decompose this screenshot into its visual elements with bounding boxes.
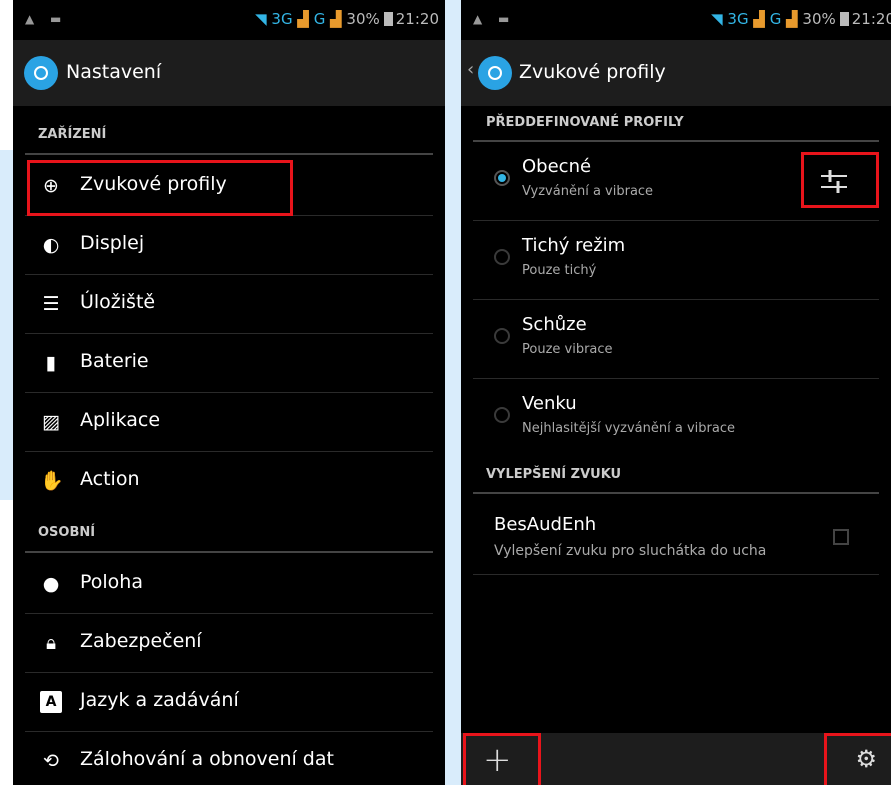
enhancement-name: BesAudEnh bbox=[494, 514, 597, 535]
signal-icon: ▟ bbox=[330, 10, 342, 28]
lock-icon: 🔒︎ bbox=[45, 632, 57, 654]
battery-percent: 30% bbox=[802, 10, 836, 28]
highlight-sound-profiles bbox=[27, 160, 293, 216]
display-brightness-icon: ◐ bbox=[42, 234, 60, 256]
signal-icon: ▟ bbox=[753, 10, 765, 28]
settings-item-action[interactable]: ✋ Action bbox=[25, 452, 433, 511]
settings-item-backup-restore[interactable]: ⟲ Zálohování a obnovení dat bbox=[25, 732, 433, 785]
backup-restore-icon: ⟲ bbox=[43, 750, 59, 772]
settings-item-label: Zabezpečení bbox=[80, 630, 202, 652]
clock: 21:20 bbox=[395, 10, 439, 28]
settings-app-icon[interactable] bbox=[24, 56, 58, 90]
section-header-predefined: PŘEDDEFINOVANÉ PROFILY bbox=[473, 104, 879, 142]
settings-item-apps[interactable]: ▨ Aplikace bbox=[25, 393, 433, 452]
settings-item-label: Poloha bbox=[80, 571, 143, 593]
battery-icon bbox=[383, 12, 393, 26]
profile-radio[interactable] bbox=[494, 249, 510, 265]
battery-icon bbox=[839, 12, 849, 26]
page-title: Zvukové profily bbox=[519, 61, 666, 83]
settings-item-language-input[interactable]: A Jazyk a zadávání bbox=[25, 673, 433, 732]
back-chevron-icon[interactable]: ‹ bbox=[467, 59, 474, 80]
settings-screen: ▲ ▬ ◥ 3G ▟ G ▟ 30% 21:20 Nastavení ZAŘÍZE… bbox=[13, 0, 445, 785]
profile-name: Venku bbox=[522, 393, 577, 414]
network-3g-label: 3G bbox=[271, 10, 293, 28]
settings-item-storage[interactable]: ☰ Úložiště bbox=[25, 275, 433, 334]
action-bar: ‹ Zvukové profily bbox=[461, 40, 891, 106]
signal-icon: ▟ bbox=[297, 10, 309, 28]
settings-item-label: Action bbox=[80, 468, 140, 490]
network-3g-label: 3G bbox=[727, 10, 749, 28]
storage-icon: ☰ bbox=[42, 293, 60, 315]
wifi-icon: ◥ bbox=[711, 10, 723, 28]
profile-description: Pouze tichý bbox=[522, 263, 597, 278]
highlight-settings-button bbox=[824, 733, 891, 785]
highlight-add-button bbox=[463, 733, 541, 785]
network-g-label: G bbox=[313, 10, 326, 28]
settings-item-label: Zálohování a obnovení dat bbox=[80, 748, 334, 770]
battery-percent: 30% bbox=[346, 10, 380, 28]
settings-item-battery[interactable]: ▮ Baterie bbox=[25, 334, 433, 393]
status-bar: ▲ ▬ ◥ 3G ▟ G ▟ 30% 21:20 bbox=[13, 0, 445, 40]
signal-icon: ▟ bbox=[786, 10, 798, 28]
status-notification-icons: ▲ ▬ bbox=[25, 12, 68, 26]
enhancement-checkbox[interactable] bbox=[833, 529, 849, 545]
section-header-enhancement: VYLEPŠENÍ ZVUKU bbox=[473, 456, 879, 494]
profile-radio[interactable] bbox=[494, 407, 510, 423]
profile-description: Vyzvánění a vibrace bbox=[522, 184, 654, 199]
background-watermark bbox=[0, 150, 13, 500]
settings-item-security[interactable]: 🔒︎ Zabezpečení bbox=[25, 614, 433, 673]
action-bar: Nastavení bbox=[13, 40, 445, 106]
hand-gesture-icon: ✋ bbox=[40, 470, 64, 492]
section-header-device: ZAŘÍZENÍ bbox=[25, 115, 433, 155]
profile-radio[interactable] bbox=[494, 170, 510, 186]
clock: 21:20 bbox=[851, 10, 891, 28]
profile-description: Nejhlasitější vyzvánění a vibrace bbox=[522, 421, 735, 436]
background-watermark bbox=[445, 0, 461, 785]
profile-name: Tichý režim bbox=[522, 235, 626, 256]
settings-item-label: Displej bbox=[80, 232, 145, 254]
section-header-personal: OSOBNÍ bbox=[25, 513, 433, 553]
settings-item-display[interactable]: ◐ Displej bbox=[25, 216, 433, 275]
profile-radio[interactable] bbox=[494, 328, 510, 344]
settings-item-location[interactable]: ● Poloha bbox=[25, 555, 433, 614]
settings-item-label: Jazyk a zadávání bbox=[80, 689, 239, 711]
status-notification-icons: ▲ ▬ bbox=[473, 12, 516, 26]
location-pin-icon: ● bbox=[42, 573, 60, 595]
enhancement-item-besaudenh[interactable]: BesAudEnh Vylepšení zvuku pro sluchátka … bbox=[473, 496, 879, 575]
page-title: Nastavení bbox=[66, 61, 162, 83]
settings-item-label: Baterie bbox=[80, 350, 149, 372]
profile-name: Obecné bbox=[522, 156, 592, 177]
battery-icon: ▮ bbox=[45, 352, 57, 374]
settings-item-label: Úložiště bbox=[80, 291, 156, 313]
apps-icon: ▨ bbox=[42, 411, 60, 433]
profile-description: Pouze vibrace bbox=[522, 342, 613, 357]
status-bar: ▲ ▬ ◥ 3G ▟ G ▟ 30% 21:20 bbox=[461, 0, 891, 40]
settings-item-label: Aplikace bbox=[80, 409, 161, 431]
highlight-tune-icon bbox=[801, 152, 879, 208]
network-g-label: G bbox=[769, 10, 782, 28]
profile-item-meeting[interactable]: Schůze Pouze vibrace bbox=[473, 300, 879, 379]
sound-profiles-screen: ▲ ▬ ◥ 3G ▟ G ▟ 30% 21:20 ‹ Zvukové profil… bbox=[461, 0, 891, 785]
enhancement-description: Vylepšení zvuku pro sluchátka do ucha bbox=[494, 543, 767, 559]
keyboard-language-icon: A bbox=[40, 691, 62, 713]
profile-name: Schůze bbox=[522, 314, 587, 335]
profile-item-outdoor[interactable]: Venku Nejhlasitější vyzvánění a vibrace bbox=[473, 379, 879, 458]
profile-item-silent[interactable]: Tichý režim Pouze tichý bbox=[473, 221, 879, 300]
wifi-icon: ◥ bbox=[255, 10, 267, 28]
settings-app-icon[interactable] bbox=[478, 56, 512, 90]
